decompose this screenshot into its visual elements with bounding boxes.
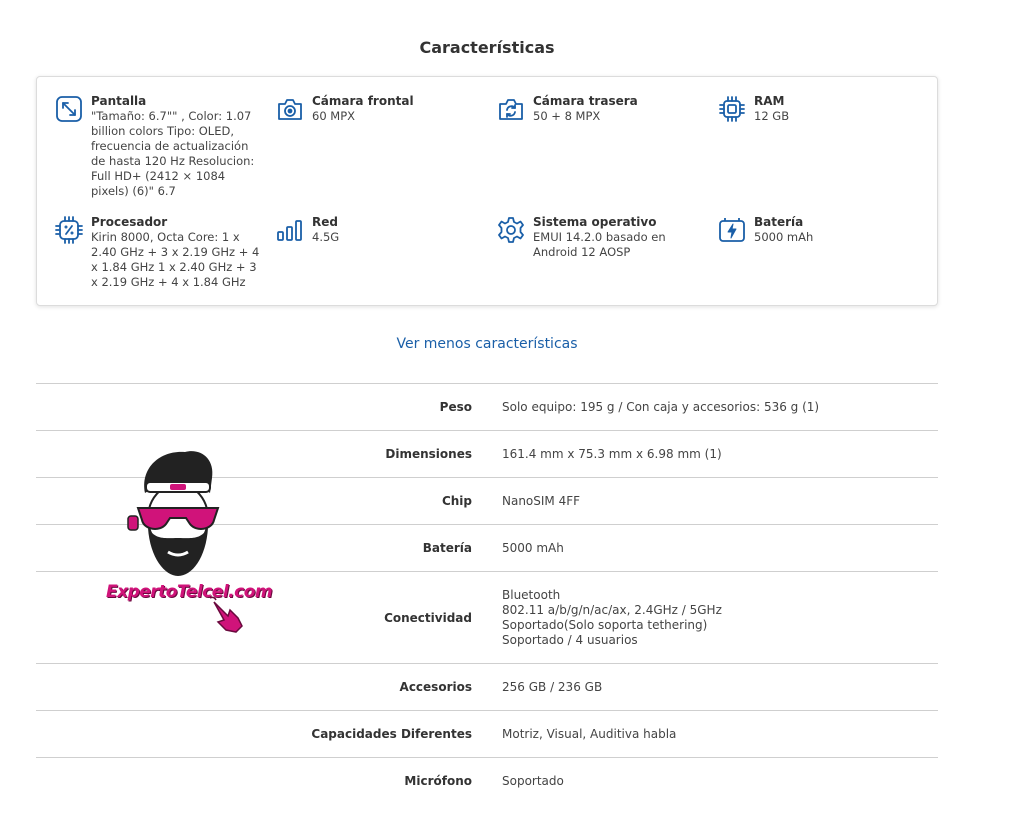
spec-key: Peso: [439, 400, 472, 414]
spec-value: NanoSIM 4FF: [502, 493, 581, 508]
spec-value: Solo equipo: 195 g / Con caja y accesori…: [502, 399, 820, 414]
ver-menos-link[interactable]: Ver menos características: [0, 336, 974, 352]
watermark-logo: ExpertoTelcel.com: [100, 448, 273, 638]
feature-label: Batería: [754, 215, 804, 229]
rear-camera-icon: [496, 94, 526, 124]
processor-icon: [54, 215, 84, 245]
feature-label: Pantalla: [91, 94, 147, 108]
spec-value: Bluetooth 802.11 a/b/g/n/ac/ax, 2.4GHz /…: [502, 587, 722, 647]
spec-key: Capacidades Diferentes: [311, 727, 472, 741]
bearded-man-glasses-icon: [127, 451, 220, 576]
feature-label: Cámara trasera: [533, 94, 638, 108]
spec-value: 161.4 mm x 75.3 mm x 6.98 mm (1): [502, 446, 722, 461]
front-camera-icon: [275, 94, 305, 124]
feature-value: 12 GB: [754, 109, 790, 123]
feature-value: 60 MPX: [312, 109, 356, 123]
feature-value: EMUI 14.2.0 basado en Android 12 AOSP: [533, 230, 666, 259]
spec-value: 5000 mAh: [502, 540, 564, 555]
table-row: Peso Solo equipo: 195 g / Con caja y acc…: [36, 383, 938, 430]
feature-value: 4.5G: [312, 230, 340, 244]
feature-value: "Tamaño: 6.7"" , Color: 1.07 billion col…: [91, 109, 255, 198]
gear-icon: [496, 215, 526, 245]
feature-label: Red: [312, 215, 338, 229]
spec-key: Accesorios: [399, 680, 472, 694]
feature-label: Procesador: [91, 215, 168, 229]
screen-expand-icon: [54, 94, 84, 124]
table-row: Micrófono Soportado: [36, 757, 938, 804]
table-row: Capacidades Diferentes Motriz, Visual, A…: [36, 710, 938, 757]
spec-value: Motriz, Visual, Auditiva habla: [502, 726, 677, 741]
features-card: Pantalla "Tamaño: 6.7"" , Color: 1.07 bi…: [36, 76, 938, 306]
spec-value: 256 GB / 236 GB: [502, 679, 603, 694]
battery-icon: [717, 215, 747, 245]
pointing-hand-icon: [209, 596, 243, 633]
spec-value: Soportado: [502, 773, 564, 788]
signal-bars-icon: [275, 215, 305, 245]
feature-value: Kirin 8000, Octa Core: 1 x 2.40 GHz + 3 …: [91, 230, 260, 289]
feature-label: RAM: [754, 94, 785, 108]
section-title: Características: [419, 38, 555, 57]
feature-label: Sistema operativo: [533, 215, 657, 229]
feature-value: 50 + 8 MPX: [533, 109, 601, 123]
table-row: Accesorios 256 GB / 236 GB: [36, 663, 938, 710]
feature-label: Cámara frontal: [312, 94, 414, 108]
feature-value: 5000 mAh: [754, 230, 814, 244]
spec-key: Micrófono: [404, 774, 472, 788]
ram-chip-icon: [717, 94, 747, 124]
